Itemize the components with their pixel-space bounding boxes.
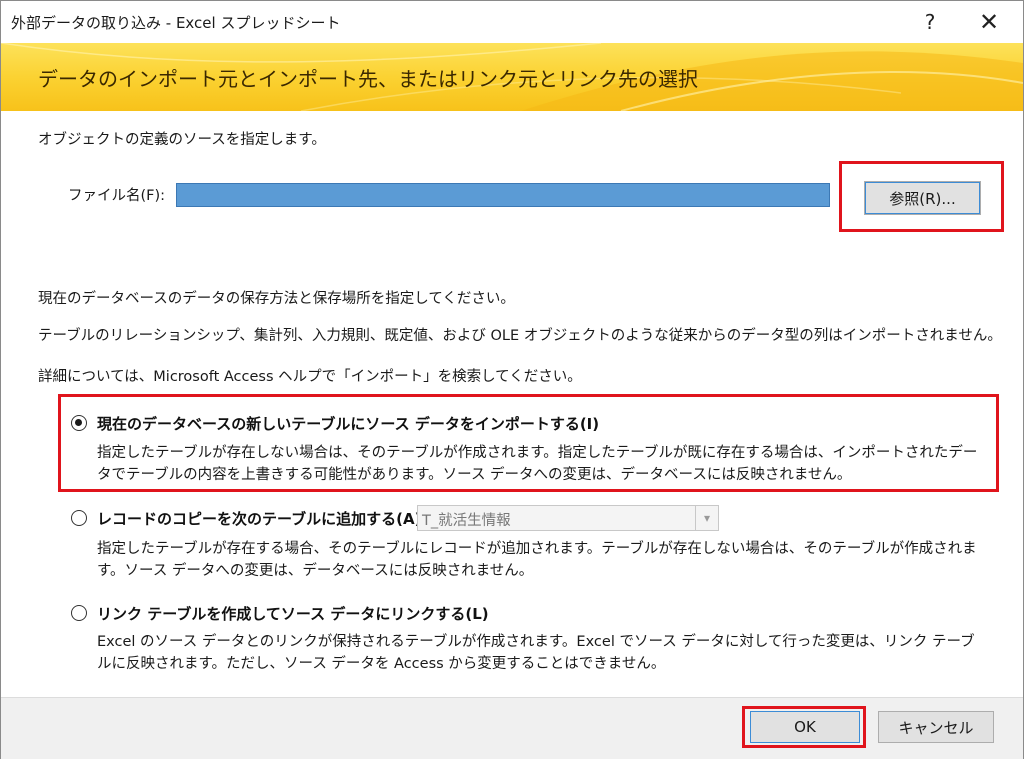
dialog-footer: [1, 697, 1023, 759]
radio-link-table[interactable]: [71, 605, 87, 621]
close-button[interactable]: ✕: [963, 1, 1015, 43]
info-line-2: テーブルのリレーションシップ、集計列、入力規則、既定値、および OLE オブジェ…: [38, 328, 1002, 344]
option-import-label[interactable]: 現在のデータベースの新しいテーブルにソース データをインポートする(I): [97, 413, 599, 434]
append-table-select[interactable]: T_就活生情報 ▾: [417, 505, 719, 531]
chevron-down-icon[interactable]: ▾: [695, 506, 718, 530]
option-link-label[interactable]: リンク テーブルを作成してソース データにリンクする(L): [97, 603, 489, 624]
option-import-description: 指定したテーブルが存在しない場合は、そのテーブルが作成されます。指定したテーブル…: [97, 445, 978, 483]
title-bar: 外部データの取り込み - Excel スプレッドシート ? ✕: [1, 1, 1023, 43]
append-table-value: T_就活生情報: [422, 513, 511, 529]
info-line-1: 現在のデータベースのデータの保存方法と保存場所を指定してください。: [38, 291, 515, 307]
window-title: 外部データの取り込み - Excel スプレッドシート: [11, 14, 341, 32]
help-button[interactable]: ?: [904, 1, 956, 43]
info-line-3: 詳細については、Microsoft Access ヘルプで「インポート」を検索し…: [38, 369, 582, 385]
option-link-description: Excel のソース データとのリンクが保持されるテーブルが作成されます。Exc…: [97, 634, 975, 672]
browse-button[interactable]: 参照(R)...: [864, 181, 981, 215]
import-dialog: 外部データの取り込み - Excel スプレッドシート ? ✕ データのインポー…: [0, 0, 1024, 759]
source-intro: オブジェクトの定義のソースを指定します。: [38, 132, 326, 148]
radio-append-table[interactable]: [71, 510, 87, 526]
header-banner: データのインポート元とインポート先、またはリンク元とリンク先の選択: [1, 43, 1023, 111]
cancel-button[interactable]: キャンセル: [878, 711, 994, 743]
ok-button[interactable]: OK: [750, 711, 860, 743]
radio-import-new-table[interactable]: [71, 415, 87, 431]
file-name-input[interactable]: [176, 183, 830, 207]
option-append-description: 指定したテーブルが存在する場合、そのテーブルにレコードが追加されます。テーブルが…: [97, 541, 977, 579]
file-name-label: ファイル名(F):: [68, 188, 166, 204]
option-append-label[interactable]: レコードのコピーを次のテーブルに追加する(A):: [97, 508, 427, 529]
banner-heading: データのインポート元とインポート先、またはリンク元とリンク先の選択: [38, 67, 698, 91]
